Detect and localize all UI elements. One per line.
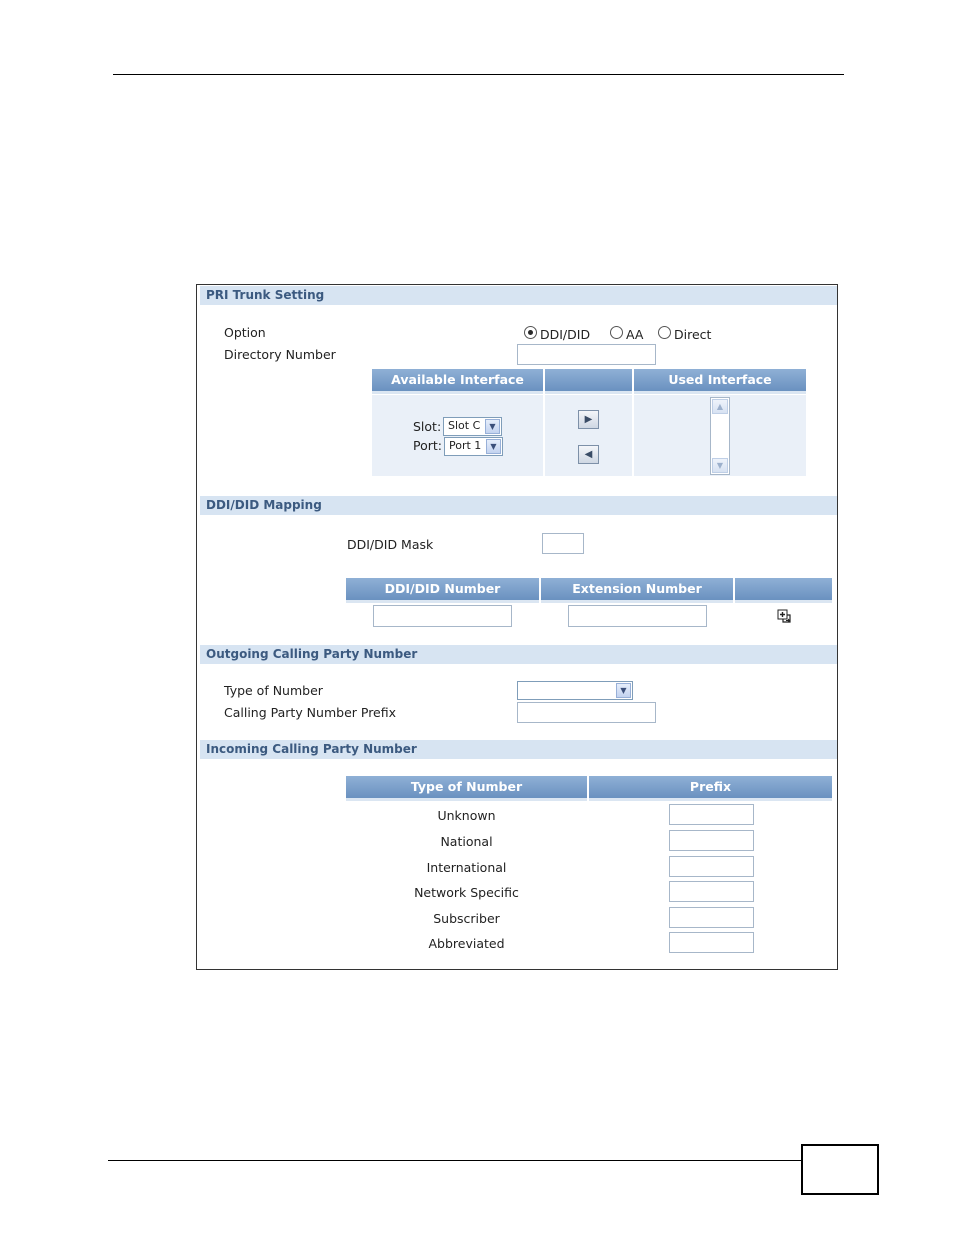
slot-select-value: Slot C [448,419,481,432]
prefix-input-network-specific[interactable] [669,881,754,902]
chevron-down-icon: ▼ [485,419,500,434]
bottom-rule [108,1160,802,1161]
arrow-right-icon: ▶ [584,414,593,425]
incoming-type-network-specific: Network Specific [414,885,519,900]
section-outgoing-calling-party: Outgoing Calling Party Number [200,645,837,664]
move-left-button[interactable]: ◀ [578,445,599,464]
screenshot-frame: PRI Trunk Setting Option DDI/DID AA Dire… [196,284,838,970]
incoming-type-national: National [440,834,493,849]
ddi-did-number-input[interactable] [373,605,512,627]
mapping-action-header [735,578,832,603]
radio-direct[interactable] [658,326,671,339]
outgoing-type-of-number-label: Type of Number [224,683,323,698]
radio-direct-label: Direct [674,327,712,342]
extension-number-header: Extension Number [541,578,733,603]
port-select-value: Port 1 [449,439,482,452]
section-pri-trunk-setting: PRI Trunk Setting [200,286,837,305]
page-number-box [801,1144,879,1195]
move-right-button[interactable]: ▶ [578,410,599,429]
scroll-down-icon[interactable]: ▼ [712,458,728,473]
radio-aa[interactable] [610,326,623,339]
incoming-prefix-header: Prefix [589,776,832,801]
extension-number-input[interactable] [568,605,707,627]
slot-label: Slot: [413,419,442,434]
top-rule [113,74,844,75]
radio-ddi-did-label: DDI/DID [540,327,591,342]
available-interface-header: Available Interface [372,369,543,394]
port-select[interactable]: Port 1 ▼ [444,437,503,456]
prefix-input-subscriber[interactable] [669,907,754,928]
radio-aa-label: AA [626,327,644,342]
incoming-type-of-number-header: Type of Number [346,776,587,801]
arrow-left-icon: ◀ [584,449,593,460]
scroll-up-icon[interactable]: ▲ [712,399,728,414]
used-interface-list[interactable]: ▲ ▼ [710,397,730,475]
ddi-did-number-header: DDI/DID Number [346,578,539,603]
prefix-input-abbreviated[interactable] [669,932,754,953]
directory-number-input[interactable] [517,344,656,365]
add-entry-icon[interactable] [777,609,793,625]
calling-party-prefix-label: Calling Party Number Prefix [224,705,397,720]
section-ddi-did-mapping: DDI/DID Mapping [200,496,837,515]
ddi-did-mask-input[interactable] [542,533,584,554]
chevron-down-icon: ▼ [616,683,631,698]
prefix-input-international[interactable] [669,856,754,877]
calling-party-prefix-input[interactable] [517,702,656,723]
incoming-type-international: International [426,860,507,875]
used-interface-header: Used Interface [634,369,806,394]
incoming-type-abbreviated: Abbreviated [428,936,505,951]
chevron-down-icon: ▼ [486,439,501,454]
prefix-input-unknown[interactable] [669,804,754,825]
prefix-input-national[interactable] [669,830,754,851]
option-label: Option [224,325,266,340]
radio-ddi-did[interactable] [524,326,537,339]
incoming-type-subscriber: Subscriber [433,911,500,926]
directory-number-label: Directory Number [224,347,336,362]
outgoing-type-of-number-select[interactable]: ▼ [517,681,633,700]
section-incoming-calling-party: Incoming Calling Party Number [200,740,837,759]
ddi-did-mask-label: DDI/DID Mask [347,537,434,552]
slot-select[interactable]: Slot C ▼ [443,417,502,436]
incoming-type-unknown: Unknown [437,808,496,823]
port-label: Port: [413,438,442,453]
transfer-column-header [545,369,632,394]
